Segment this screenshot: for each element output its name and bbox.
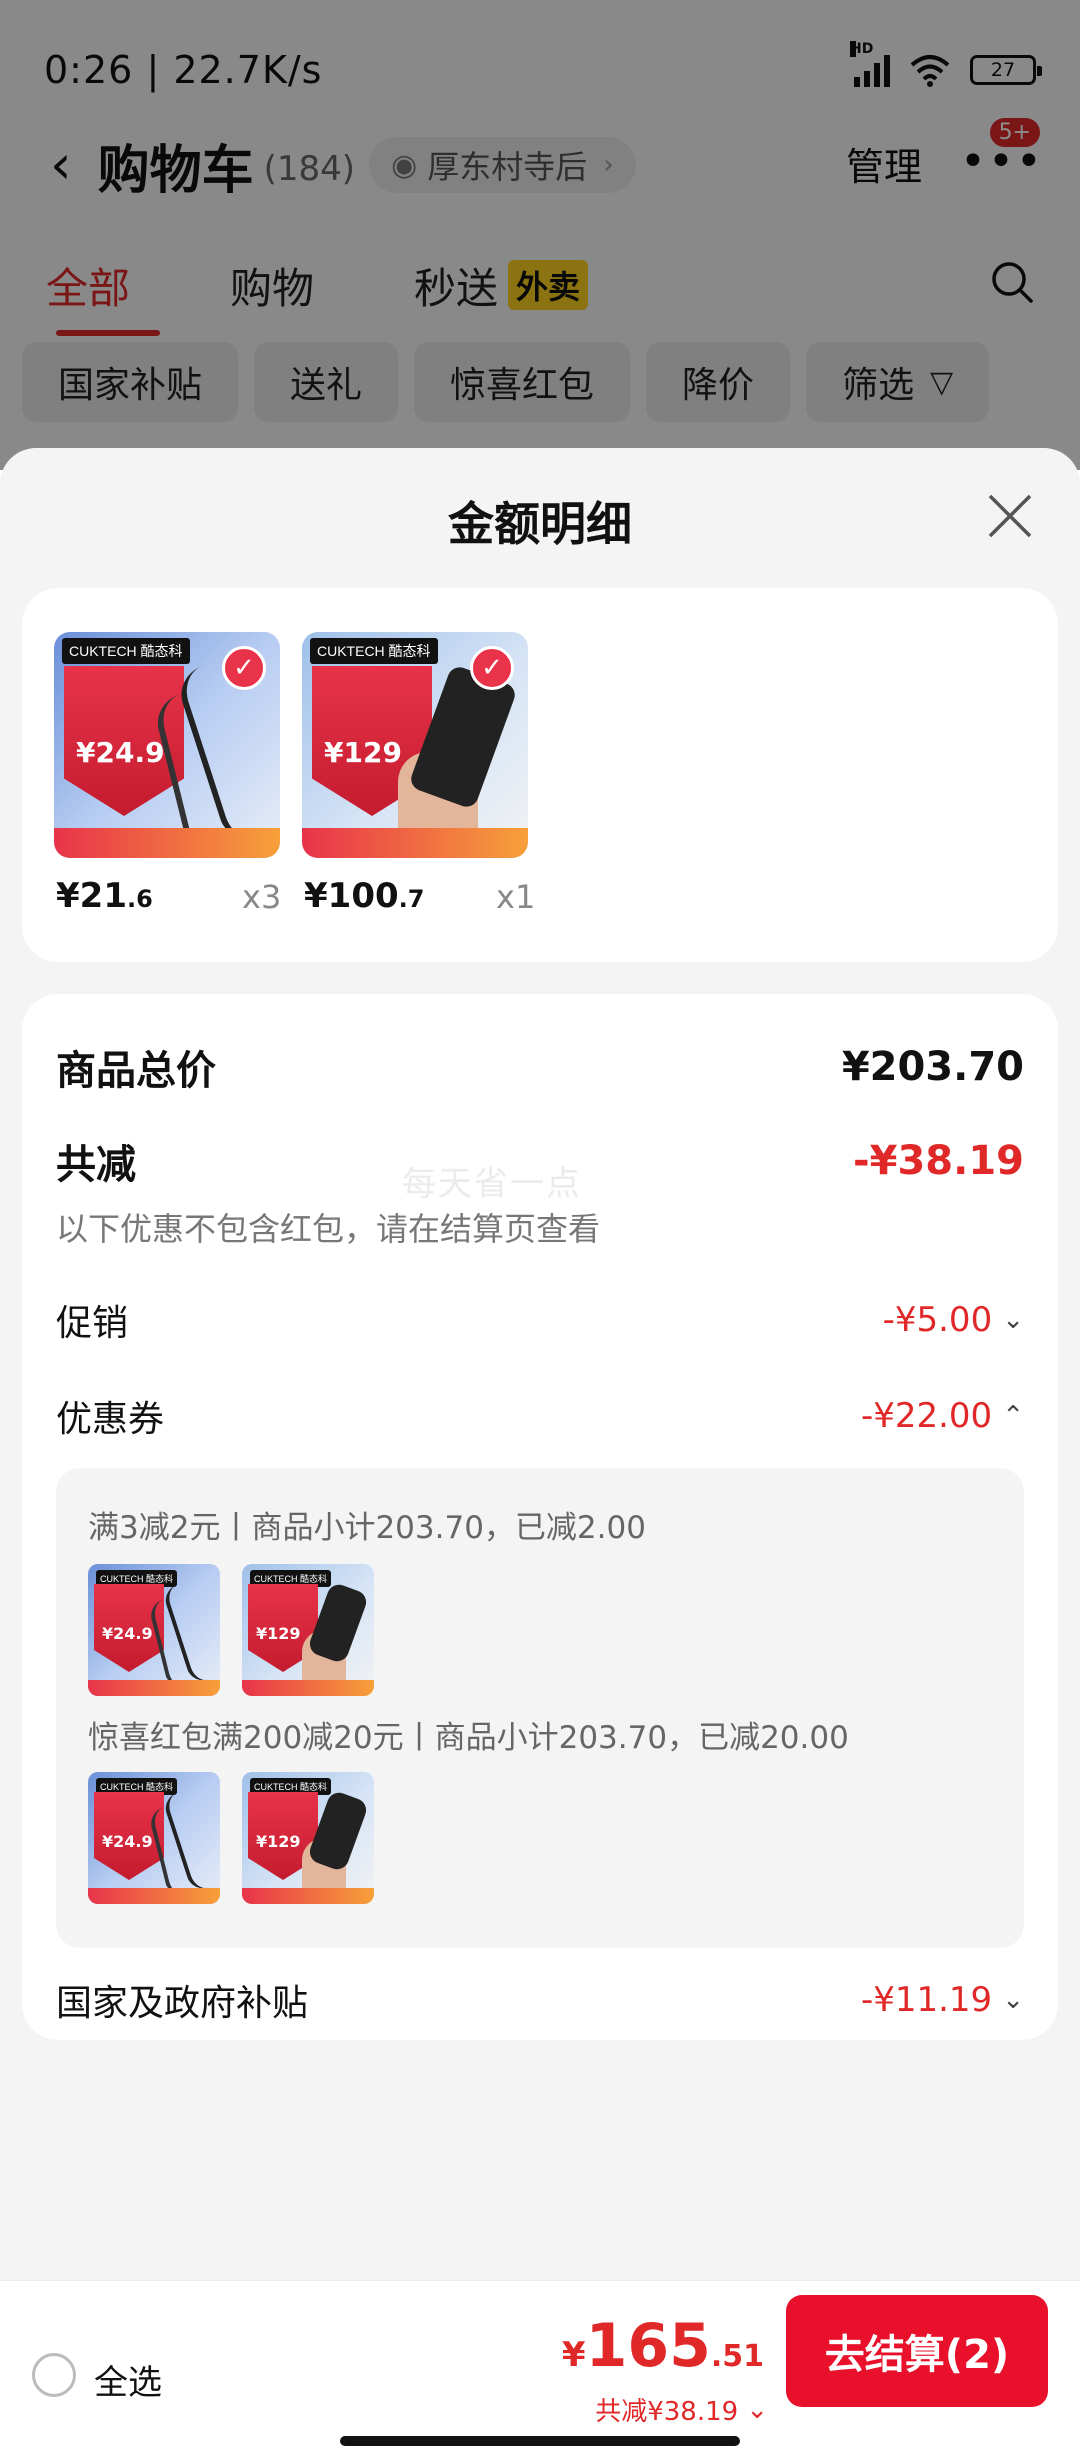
banner-price: ¥129 xyxy=(324,736,402,769)
banner-price: ¥24.9 xyxy=(76,736,165,769)
chevron-down-icon: ⌄ xyxy=(1002,1985,1024,2015)
promo-label: 促销 xyxy=(56,1303,129,1344)
checkout-bar: 全选 ¥ 165 .51 共减¥38.19 ⌄ 去结算(2) xyxy=(0,2280,1080,2460)
total-label: 商品总价 xyxy=(56,1048,216,1094)
coupon-product-image-cable: CUKTECH 酷态科 ¥24.9 xyxy=(88,1564,220,1696)
product-price: ¥100.7 xyxy=(304,876,425,916)
saved-amount[interactable]: 共减¥38.19 ⌄ xyxy=(595,2391,768,2428)
promo-value: -¥5.00 xyxy=(882,1300,993,1340)
discount-note: 以下优惠不包含红包，请在结算页查看 xyxy=(56,1210,601,1248)
checkmark-icon: ✓ xyxy=(222,646,266,690)
products-card: CUKTECH 酷态科 ¥24.9 ✓ ¥21.6 x3 CUKTECH 酷态科… xyxy=(22,588,1058,962)
coupon-details: 满3减2元丨商品小计203.70，已减2.00 CUKTECH 酷态科 ¥24.9… xyxy=(56,1468,1024,1948)
subsidy-label: 国家及政府补贴 xyxy=(56,1983,309,2024)
coupon-line-2: 惊喜红包满200减20元丨商品小计203.70，已减20.00 xyxy=(88,1720,849,1756)
chevron-down-icon: ⌄ xyxy=(746,2394,768,2425)
total-value: ¥203.70 xyxy=(841,1044,1024,1090)
select-all-radio[interactable] xyxy=(32,2353,76,2397)
product-image-powerbank[interactable]: CUKTECH 酷态科 ¥129 ✓ xyxy=(302,632,528,858)
subsidy-value: -¥11.19 xyxy=(860,1980,993,2020)
sheet-title: 金额明细 xyxy=(448,497,632,551)
price-summary-card: 商品总价 ¥203.70 每天省一点 共减 -¥38.19 以下优惠不包含红包，… xyxy=(22,994,1058,2040)
product-price: ¥21.6 xyxy=(56,876,153,916)
coupon-line-1: 满3减2元丨商品小计203.70，已减2.00 xyxy=(88,1510,646,1546)
checkmark-icon: ✓ xyxy=(470,646,514,690)
reduce-row: 共减 -¥38.19 xyxy=(56,1132,1024,1190)
brand-label: CUKTECH 酷态科 xyxy=(310,638,438,664)
coupon-row[interactable]: 优惠券 -¥22.00 ⌃ xyxy=(56,1390,1024,1442)
product-image-cable[interactable]: CUKTECH 酷态科 ¥24.9 ✓ xyxy=(54,632,280,858)
close-icon[interactable] xyxy=(984,490,1036,542)
modal-overlay[interactable] xyxy=(0,0,1080,470)
chevron-down-icon: ⌄ xyxy=(1002,1305,1024,1335)
brand-label: CUKTECH 酷态科 xyxy=(62,638,190,664)
checkout-button[interactable]: 去结算(2) xyxy=(786,2295,1048,2407)
subsidy-row[interactable]: 国家及政府补贴 -¥11.19 ⌄ xyxy=(56,1974,1024,2026)
coupon-product-image-cable: CUKTECH 酷态科 ¥24.9 xyxy=(88,1772,220,1904)
amount-detail-sheet: 金额明细 CUKTECH 酷态科 ¥24.9 ✓ ¥21.6 x3 CUKTEC… xyxy=(0,448,1080,2460)
reduce-value: -¥38.19 xyxy=(853,1138,1024,1184)
product-qty: x1 xyxy=(496,878,536,916)
chevron-up-icon: ⌃ xyxy=(1002,1401,1024,1431)
promo-row[interactable]: 促销 -¥5.00 ⌄ xyxy=(56,1294,1024,1346)
coupon-product-image-powerbank: CUKTECH 酷态科 ¥129 xyxy=(242,1772,374,1904)
select-all-label[interactable]: 全选 xyxy=(94,2355,162,2404)
coupon-value: -¥22.00 xyxy=(860,1396,993,1436)
product-qty: x3 xyxy=(242,878,282,916)
home-indicator xyxy=(340,2436,740,2446)
total-row: 商品总价 ¥203.70 xyxy=(56,1038,1024,1096)
coupon-label: 优惠券 xyxy=(56,1399,165,1440)
reduce-label: 共减 xyxy=(56,1142,136,1188)
total-price: ¥ 165 .51 xyxy=(561,2311,764,2381)
coupon-product-image-powerbank: CUKTECH 酷态科 ¥129 xyxy=(242,1564,374,1696)
